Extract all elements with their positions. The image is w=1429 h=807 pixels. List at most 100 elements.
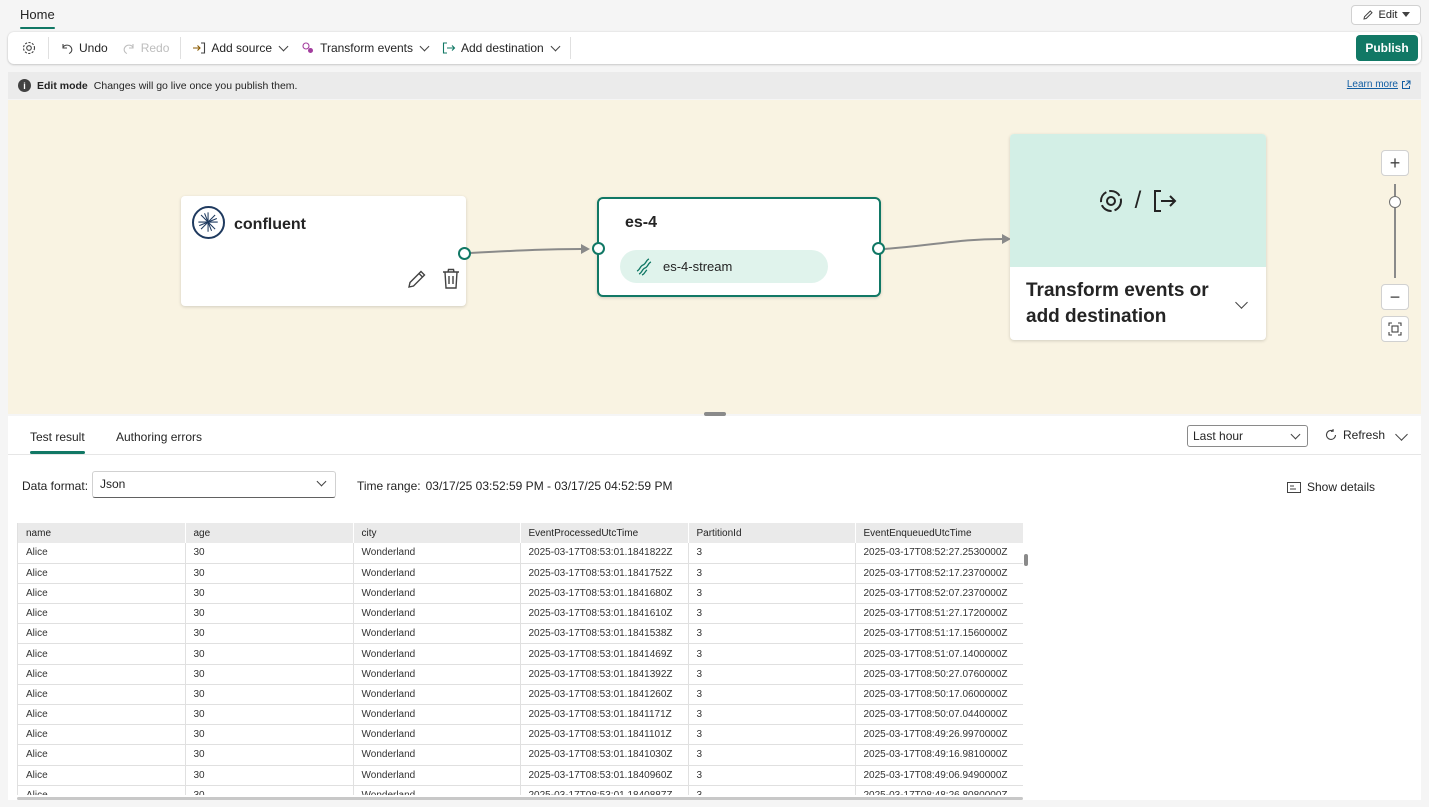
add-source-icon (193, 42, 206, 54)
stream-node[interactable]: es-4 es-4-stream (597, 197, 881, 297)
table-body: Alice 30 Wonderland 2025-03-17T08:53:01.184… (18, 543, 1023, 795)
show-details-button[interactable]: Show details (1287, 480, 1375, 494)
destination-icon (1154, 189, 1177, 212)
table-cell: Wonderland (353, 603, 521, 625)
trash-icon[interactable] (441, 268, 461, 290)
table-row[interactable]: Alice30Wonderland2025-03-17T08:53:01.184… (18, 704, 1023, 726)
table-cell: 30 (185, 563, 354, 584)
source-node[interactable]: confluent (181, 196, 466, 306)
tab-home[interactable]: Home (12, 0, 63, 30)
refresh-label: Refresh (1343, 428, 1386, 442)
chevron-down-icon (419, 41, 430, 51)
table-cell: 30 (185, 724, 354, 746)
table-vertical-scrollbar[interactable] (1023, 544, 1029, 790)
stream-pill[interactable]: es-4-stream (620, 250, 828, 283)
refresh-button[interactable]: Refresh (1324, 428, 1385, 442)
slash-separator: / (1134, 186, 1142, 214)
table-cell: 3 (688, 704, 856, 726)
undo-button[interactable]: Undo (53, 36, 115, 60)
scrollbar-thumb[interactable] (1024, 554, 1028, 566)
table-cell: 2025-03-17T08:49:06.9490000Z (855, 765, 1023, 786)
column-header[interactable]: EventEnqueuedUtcTime (855, 523, 1023, 543)
destination-node-label: Transform events or add destination (1026, 280, 1209, 327)
table-cell: 2025-03-17T08:50:07.0440000Z (855, 704, 1023, 726)
table-cell: 3 (688, 583, 856, 605)
table-row[interactable]: Alice30Wonderland2025-03-17T08:53:01.184… (18, 785, 1023, 795)
collapse-panel-icon[interactable] (1395, 428, 1408, 441)
table-cell: 30 (185, 684, 354, 706)
table-row[interactable]: Alice30Wonderland2025-03-17T08:53:01.184… (18, 684, 1023, 706)
table-cell: 2025-03-17T08:51:07.1400000Z (855, 643, 1023, 665)
table-row[interactable]: Alice30Wonderland2025-03-17T08:53:01.184… (18, 623, 1023, 645)
flow-canvas[interactable]: confluent es-4 es-4-stream / Transform e… (8, 100, 1421, 414)
add-source-label: Add source (211, 41, 273, 55)
table-cell: 2025-03-17T08:49:26.9970000Z (855, 724, 1023, 746)
table-cell: Wonderland (353, 563, 521, 584)
table-cell: Wonderland (353, 684, 521, 706)
source-output-port[interactable] (458, 247, 471, 260)
table-cell: 3 (688, 765, 856, 786)
column-header[interactable]: EventProcessedUtcTime (520, 523, 689, 543)
pencil-icon[interactable] (406, 268, 428, 290)
table-cell: 2025-03-17T08:51:17.1560000Z (855, 623, 1023, 645)
table-cell: Wonderland (353, 664, 521, 685)
zoom-out-button[interactable]: − (1381, 284, 1409, 310)
table-cell: 3 (688, 664, 856, 685)
table-cell: 3 (688, 724, 856, 746)
table-cell: 30 (185, 744, 354, 766)
table-row[interactable]: Alice30Wonderland2025-03-17T08:53:01.184… (18, 724, 1023, 746)
zoom-slider-thumb[interactable] (1389, 196, 1401, 208)
stream-input-port[interactable] (592, 242, 605, 255)
zoom-in-button[interactable]: + (1381, 150, 1409, 176)
fit-view-button[interactable] (1381, 316, 1409, 342)
table-cell: Wonderland (353, 744, 521, 766)
pencil-icon (1362, 10, 1373, 20)
stream-output-port[interactable] (872, 242, 885, 255)
time-range-dropdown[interactable]: Last hour (1187, 425, 1308, 447)
data-format-dropdown[interactable]: Json (92, 471, 336, 498)
table-horizontal-scrollbar[interactable] (17, 797, 1023, 800)
table-cell: 2025-03-17T08:49:16.9810000Z (855, 744, 1023, 766)
publish-button[interactable]: Publish (1356, 35, 1418, 61)
table-row[interactable]: Alice30Wonderland2025-03-17T08:53:01.184… (18, 543, 1023, 564)
table-cell: Alice (18, 684, 186, 706)
chevron-down-icon[interactable] (1235, 296, 1248, 309)
add-source-button[interactable]: Add source (185, 36, 294, 60)
column-header[interactable]: age (185, 523, 354, 543)
learn-more-link[interactable]: Learn more (1347, 79, 1411, 90)
toolbar: Undo Redo Add source Transform events Ad… (8, 32, 1421, 64)
destination-node[interactable]: / Transform events or add destination (1010, 134, 1266, 340)
redo-button[interactable]: Redo (115, 36, 177, 60)
column-header[interactable]: city (353, 523, 521, 543)
table-row[interactable]: Alice30Wonderland2025-03-17T08:53:01.184… (18, 603, 1023, 625)
column-header[interactable]: name (18, 523, 186, 543)
add-destination-button[interactable]: Add destination (435, 36, 566, 60)
tab-authoring-errors[interactable]: Authoring errors (116, 430, 202, 444)
table-cell: 2025-03-17T08:53:01.1841822Z (520, 543, 689, 564)
table-cell: 30 (185, 765, 354, 786)
table-row[interactable]: Alice30Wonderland2025-03-17T08:53:01.184… (18, 765, 1023, 786)
table-row[interactable]: Alice30Wonderland2025-03-17T08:53:01.184… (18, 583, 1023, 605)
table-row[interactable]: Alice30Wonderland2025-03-17T08:53:01.184… (18, 643, 1023, 665)
tab-test-result[interactable]: Test result (30, 430, 85, 454)
table-cell: Alice (18, 744, 186, 766)
table-cell: 2025-03-17T08:50:17.0600000Z (855, 684, 1023, 706)
edit-mode-banner: i Edit mode Changes will go live once yo… (8, 72, 1421, 99)
edit-mode-button[interactable]: Edit (1351, 5, 1421, 25)
table-cell: 3 (688, 623, 856, 645)
table-row[interactable]: Alice30Wonderland2025-03-17T08:53:01.184… (18, 744, 1023, 766)
refresh-icon (1326, 428, 1337, 440)
table-cell: 2025-03-17T08:52:17.2370000Z (855, 563, 1023, 584)
table-cell: Wonderland (353, 785, 521, 795)
table-cell: 2025-03-17T08:52:07.2370000Z (855, 583, 1023, 605)
app-frame: Home Edit Undo Redo Add source Transform… (0, 0, 1429, 807)
table-cell: Wonderland (353, 765, 521, 786)
table-cell: 30 (185, 623, 354, 645)
show-details-label: Show details (1307, 480, 1376, 494)
transform-events-button[interactable]: Transform events (294, 36, 435, 60)
table-row[interactable]: Alice30Wonderland2025-03-17T08:53:01.184… (18, 664, 1023, 685)
settings-button[interactable] (14, 36, 44, 60)
table-row[interactable]: Alice30Wonderland2025-03-17T08:53:01.184… (18, 563, 1023, 584)
table-cell: Wonderland (353, 583, 521, 605)
column-header[interactable]: PartitionId (688, 523, 856, 543)
